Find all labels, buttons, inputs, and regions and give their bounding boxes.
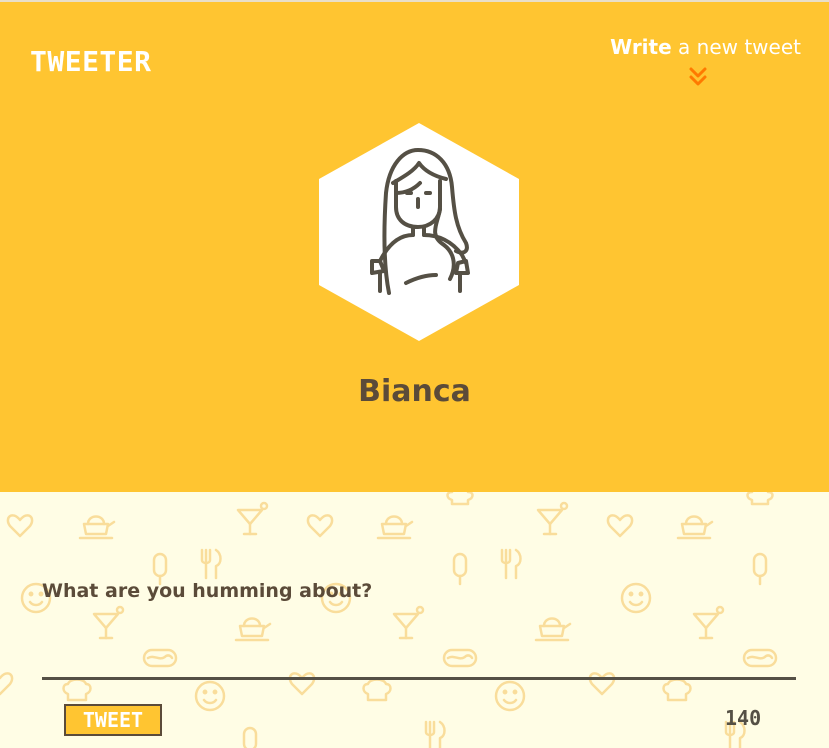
popsicle-icon: [752, 552, 768, 586]
teapot-icon: [78, 515, 116, 540]
chef-hat-icon: [446, 492, 474, 506]
chef-hat-icon: [362, 678, 392, 702]
cocktail-icon: [236, 501, 269, 536]
fork-knife-icon: [200, 548, 222, 580]
teapot-icon: [376, 515, 414, 540]
profile-header: TWEETER Write a new tweet Bianca: [0, 0, 829, 492]
app-logo[interactable]: TWEETER: [30, 48, 152, 76]
chef-hat-icon: [746, 492, 774, 506]
heart-icon: [606, 514, 634, 538]
character-counter: 140: [725, 706, 762, 730]
compose-prompt-label: What are you humming about?: [42, 580, 373, 602]
popsicle-icon: [242, 726, 258, 748]
woman-avatar-icon: [319, 123, 519, 341]
fork-knife-icon: [500, 548, 522, 580]
smiley-icon: [620, 582, 652, 614]
write-new-tweet-label: Write a new tweet: [610, 35, 801, 59]
compose-section: What are you humming about? TWEET 140: [0, 492, 829, 748]
heart-icon: [6, 514, 34, 538]
smiley-icon: [194, 680, 226, 712]
tweet-button[interactable]: TWEET: [64, 704, 162, 736]
app-page: TWEETER Write a new tweet Bianca What ar…: [0, 0, 829, 748]
cocktail-icon: [536, 501, 569, 536]
popsicle-icon: [452, 552, 468, 586]
chef-hat-icon: [62, 678, 92, 702]
smiley-icon: [494, 680, 526, 712]
teapot-icon: [676, 515, 714, 540]
heart-icon: [306, 514, 334, 538]
double-chevron-down-icon: [689, 67, 707, 86]
heart-icon: [0, 672, 14, 696]
chef-hat-icon: [662, 678, 692, 702]
fork-knife-icon: [424, 720, 446, 748]
profile-name: Bianca: [358, 374, 471, 409]
avatar: [318, 123, 520, 341]
tweet-input[interactable]: [42, 612, 796, 680]
write-new-tweet-link[interactable]: Write a new tweet: [610, 35, 801, 86]
